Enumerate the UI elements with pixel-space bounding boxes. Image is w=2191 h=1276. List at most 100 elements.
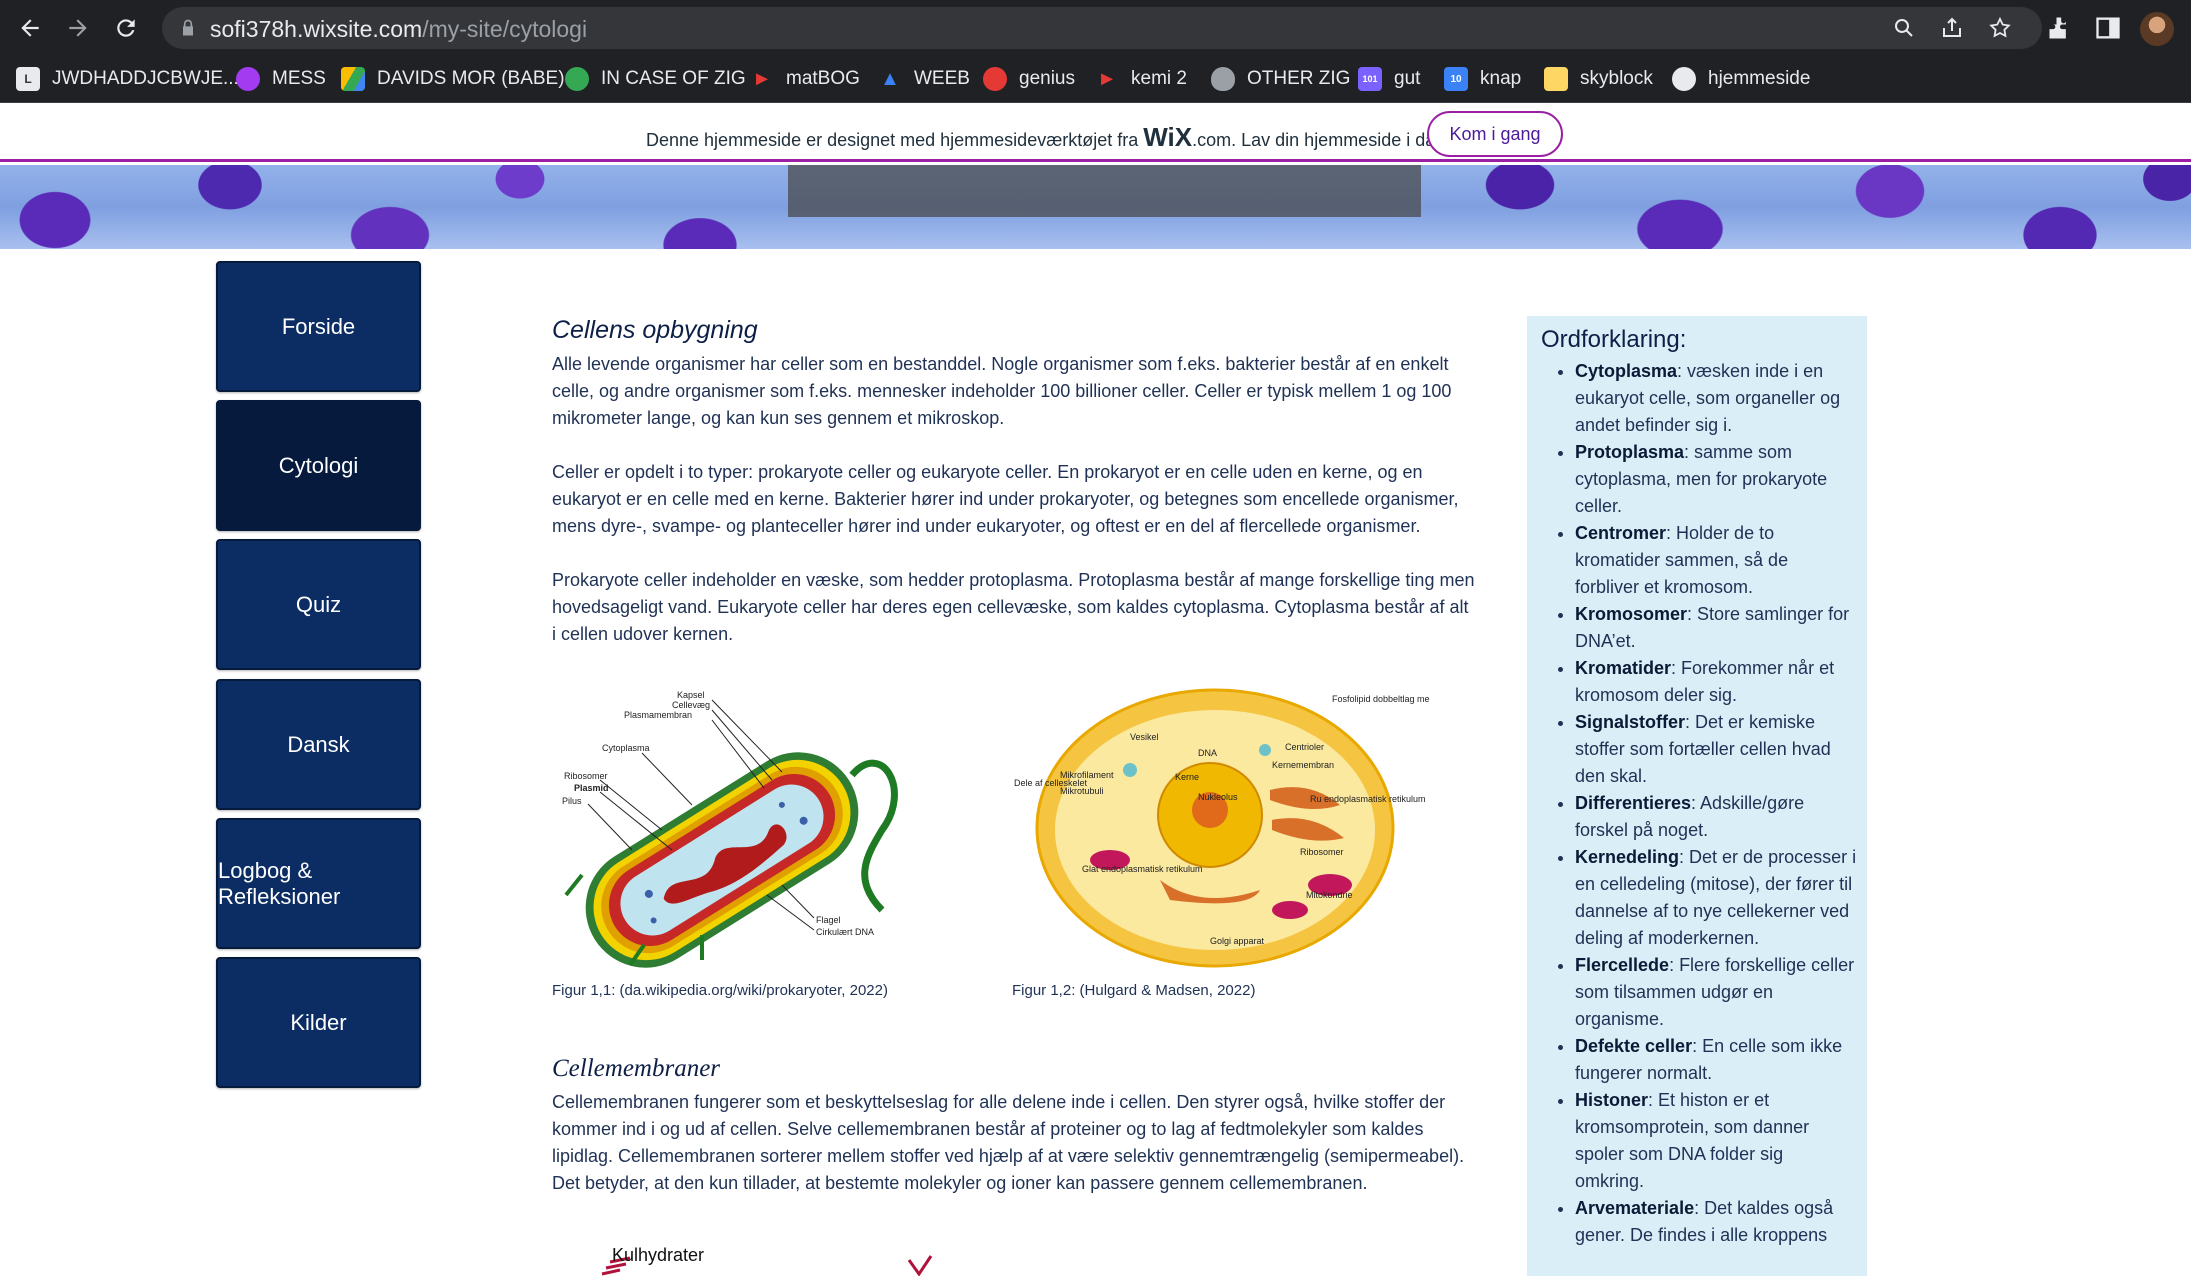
bookmarks-bar: L JWDHADDJCBWJE... MESS DAVIDS MOR (BABE)… bbox=[0, 56, 2191, 103]
glossary-term: Kernedeling bbox=[1575, 847, 1680, 867]
bookmark-item[interactable]: ► matBOG bbox=[750, 64, 860, 94]
figure-label: Golgi apparat bbox=[1210, 936, 1265, 946]
back-button[interactable] bbox=[12, 10, 48, 46]
bookmark-item[interactable]: IN CASE OF ZIG bbox=[565, 64, 746, 94]
bookmark-label: knap bbox=[1480, 68, 1522, 89]
figure-label: Kapsel bbox=[677, 690, 705, 700]
genius-icon bbox=[983, 67, 1007, 91]
figure-label: Kerne bbox=[1175, 772, 1199, 782]
wix-logo: WiX bbox=[1143, 122, 1193, 152]
figure-label: Mikrofilament bbox=[1060, 770, 1114, 780]
figure-label: Nukleolus bbox=[1198, 792, 1238, 802]
side-panel-icon[interactable] bbox=[2094, 14, 2122, 42]
globe-icon bbox=[1672, 67, 1696, 91]
paragraph: Cellemembranen fungerer som et beskyttel… bbox=[552, 1092, 1465, 1193]
circle-icon bbox=[565, 67, 589, 91]
wix-text-before: Denne hjemmeside er designet med hjemmes… bbox=[646, 130, 1139, 150]
glossary-item: Cytoplasma: væsken inde i en eukaryot ce… bbox=[1575, 358, 1857, 439]
arrow-left-icon bbox=[21, 19, 39, 37]
arrow-icon: ► bbox=[1097, 67, 1117, 90]
glossary-box: Ordforklaring: Cytoplasma: væsken inde i… bbox=[1527, 316, 1867, 1276]
figure-label: Cellevæg bbox=[672, 700, 710, 710]
figure-label: Plasmamembran bbox=[624, 710, 692, 720]
bookmark-item[interactable]: 101 gut bbox=[1358, 64, 1420, 94]
nav-item-kilder[interactable]: Kilder bbox=[216, 957, 421, 1088]
bookmark-item[interactable]: skyblock bbox=[1544, 64, 1653, 94]
glossary-term: Histoner bbox=[1575, 1090, 1649, 1110]
figure-label: Cytoplasma bbox=[602, 743, 650, 753]
paragraph: Celler er opdelt i to typer: prokaryote … bbox=[552, 462, 1459, 536]
lock-icon bbox=[183, 19, 193, 36]
note-icon bbox=[1544, 67, 1568, 91]
address-bar[interactable]: sofi378h.wixsite.com/my-site/cytologi bbox=[162, 7, 2042, 49]
glossary-item: Arvemateriale: Det kaldes også gener. De… bbox=[1575, 1195, 1857, 1249]
bookmark-10-icon: 10 bbox=[1444, 67, 1468, 91]
bookmark-label: DAVIDS MOR (BABE) bbox=[377, 68, 565, 89]
bookmark-label: genius bbox=[1019, 68, 1075, 89]
membrane-figure-fragment bbox=[907, 1255, 933, 1276]
figure-label: Plasmid bbox=[574, 783, 609, 793]
apple-icon bbox=[1211, 67, 1235, 91]
figure-caption: Figur 1,2: (Hulgard & Madsen, 2022) bbox=[1012, 982, 1256, 999]
bookmark-item[interactable]: ▲ WEEB bbox=[878, 64, 970, 94]
figure-label: Pilus bbox=[562, 796, 582, 806]
glossary-item: Signalstoffer: Det er kemiske stoffer so… bbox=[1575, 709, 1857, 790]
extensions-icon[interactable] bbox=[2046, 14, 2074, 42]
section-cellemembraner: Cellemembraner Cellemembranen fungerer s… bbox=[552, 1055, 1477, 1197]
reload-button[interactable] bbox=[108, 10, 144, 46]
glossary-term: Centromer bbox=[1575, 523, 1667, 543]
figure-label: Fosfolipid dobbeltlag membran bbox=[1332, 694, 1430, 704]
nav-item-quiz[interactable]: Quiz bbox=[216, 539, 421, 670]
url-path: /my-site/cytologi bbox=[422, 16, 588, 42]
bookmark-item[interactable]: L JWDHADDJCBWJE... bbox=[16, 64, 239, 94]
play-icon: ▲ bbox=[880, 67, 900, 90]
glossary-item: Centromer: Holder de to kromatider samme… bbox=[1575, 520, 1857, 601]
profile-avatar[interactable] bbox=[2140, 12, 2174, 46]
bookmark-item[interactable]: ► kemi 2 bbox=[1095, 64, 1187, 94]
bookmark-item[interactable]: OTHER ZIG bbox=[1211, 64, 1350, 94]
paragraph: Alle levende organismer har celler som e… bbox=[552, 354, 1452, 428]
wix-banner-text: Denne hjemmeside er designet med hjemmes… bbox=[646, 122, 1450, 153]
glossary-term: Arvemateriale bbox=[1575, 1198, 1695, 1218]
glossary-term: Defekte celler bbox=[1575, 1036, 1693, 1056]
nav-item-dansk[interactable]: Dansk bbox=[216, 679, 421, 810]
zoom-icon[interactable] bbox=[1892, 16, 1916, 40]
main-content: Cellens opbygning Alle levende organisme… bbox=[552, 316, 1477, 648]
bookmark-item[interactable]: 10 knap bbox=[1444, 64, 1521, 94]
share-icon[interactable] bbox=[1940, 16, 1964, 40]
bookmark-item[interactable]: DAVIDS MOR (BABE) bbox=[341, 64, 565, 94]
bookmark-label: JWDHADDJCBWJE... bbox=[52, 68, 239, 89]
bookmark-label: hjemmeside bbox=[1708, 68, 1811, 89]
forward-button[interactable] bbox=[60, 10, 96, 46]
arrow-icon: ► bbox=[752, 67, 772, 90]
reload-icon bbox=[117, 19, 135, 37]
figure-label: Centrioler bbox=[1285, 742, 1324, 752]
bookmark-star-icon[interactable] bbox=[1988, 16, 2012, 40]
nav-item-logbog[interactable]: Logbog & Refleksioner bbox=[216, 818, 421, 949]
drive-icon bbox=[341, 67, 365, 91]
bookmark-item[interactable]: hjemmeside bbox=[1672, 64, 1810, 94]
nav-item-forside[interactable]: Forside bbox=[216, 261, 421, 392]
nav-item-cytologi[interactable]: Cytologi bbox=[216, 400, 421, 531]
bookmark-item[interactable]: genius bbox=[983, 64, 1075, 94]
glossary-item: Flercellede: Flere forskellige celler so… bbox=[1575, 952, 1857, 1033]
bookmark-label: matBOG bbox=[786, 68, 860, 89]
figure-row: Kapsel Cellevæg Plasmamembran Cytoplasma… bbox=[552, 680, 1492, 1010]
section-title: Cellens opbygning bbox=[552, 316, 758, 344]
glossary-item: Kromosomer: Store samlinger for DNA’et. bbox=[1575, 601, 1857, 655]
get-started-button[interactable]: Kom i gang bbox=[1427, 111, 1563, 157]
figure-label: Mitokondrie bbox=[1306, 890, 1353, 900]
glossary-item: Defekte celler: En celle som ikke funger… bbox=[1575, 1033, 1857, 1087]
figure-caption: Figur 1,1: (da.wikipedia.org/wiki/prokar… bbox=[552, 982, 888, 999]
figure-label: Ribosomer bbox=[1300, 847, 1344, 857]
wix-banner: Denne hjemmeside er designet med hjemmes… bbox=[0, 104, 2191, 162]
glossary-term: Differentieres bbox=[1575, 793, 1692, 813]
eukaryote-cell-figure: Fosfolipid dobbeltlag membran Vesikel DN… bbox=[1014, 688, 1430, 968]
figure-label: Mikrotubuli bbox=[1060, 786, 1104, 796]
header-image bbox=[0, 165, 2191, 249]
bookmark-item[interactable]: MESS bbox=[236, 64, 326, 94]
glossary-term: Signalstoffer bbox=[1575, 712, 1686, 732]
arrow-right-icon bbox=[69, 19, 87, 37]
bookmark-label: kemi 2 bbox=[1131, 68, 1187, 89]
bookmark-label: gut bbox=[1394, 68, 1421, 89]
